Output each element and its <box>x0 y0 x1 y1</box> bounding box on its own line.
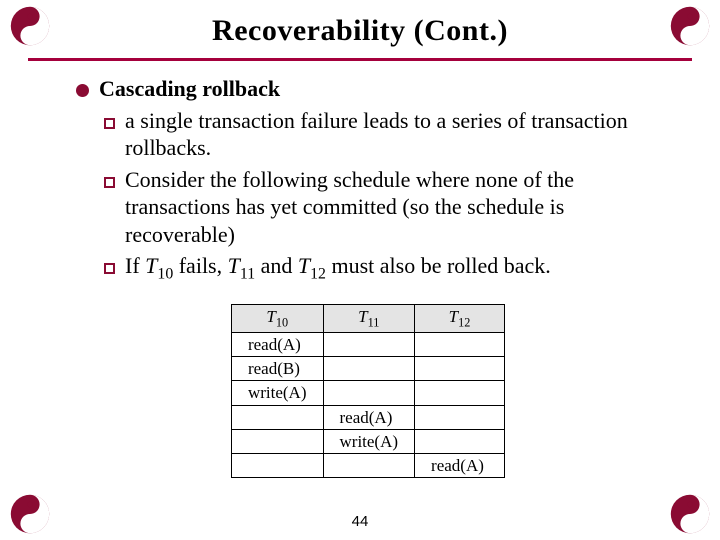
subscript: 11 <box>240 265 255 282</box>
cell: read(A) <box>415 454 505 478</box>
col-t12: T12 <box>415 305 505 333</box>
var-t: T <box>228 253 240 278</box>
cell <box>323 454 415 478</box>
cell <box>231 454 323 478</box>
cell: write(A) <box>323 429 415 453</box>
schedule-table: T10 T11 T12 read(A) read(B) write(A) rea… <box>231 304 505 478</box>
cell: write(A) <box>231 381 323 405</box>
table-row: write(A) <box>231 381 504 405</box>
cell <box>415 429 505 453</box>
table-row: read(A) <box>231 332 504 356</box>
cell <box>415 357 505 381</box>
bullet-heading: Cascading rollback <box>99 76 280 101</box>
cell <box>415 332 505 356</box>
cell <box>231 429 323 453</box>
cell <box>415 405 505 429</box>
title-divider <box>28 58 692 61</box>
square-bullet-icon <box>104 263 115 274</box>
text-fragment: must also be rolled back. <box>326 253 551 278</box>
subscript: 10 <box>157 265 173 282</box>
cell: read(B) <box>231 357 323 381</box>
subpoint-2: Consider the following schedule where no… <box>104 166 660 249</box>
text-fragment: fails, <box>173 253 227 278</box>
cell <box>323 332 415 356</box>
var-t: T <box>145 253 157 278</box>
text-fragment: If <box>125 253 145 278</box>
cell: read(A) <box>231 332 323 356</box>
cell <box>231 405 323 429</box>
subpoint-3: If T10 fails, T11 and T12 must also be r… <box>104 252 660 284</box>
table-header-row: T10 T11 T12 <box>231 305 504 333</box>
subpoint-text: If T10 fails, T11 and T12 must also be r… <box>125 252 551 284</box>
cell <box>323 357 415 381</box>
slide: Recoverability (Cont.) Cascading rollbac… <box>0 0 720 540</box>
yin-yang-icon <box>10 6 50 46</box>
subscript: 12 <box>310 265 326 282</box>
cell <box>323 381 415 405</box>
square-bullet-icon <box>104 118 115 129</box>
table-row: read(B) <box>231 357 504 381</box>
subpoint-text: a single transaction failure leads to a … <box>125 107 660 162</box>
slide-title: Recoverability (Cont.) <box>0 0 720 48</box>
subpoint-1: a single transaction failure leads to a … <box>104 107 660 162</box>
bullet-cascading-rollback: Cascading rollback <box>76 75 660 103</box>
table-row: write(A) <box>231 429 504 453</box>
page-number: 44 <box>0 513 720 530</box>
cell: read(A) <box>323 405 415 429</box>
cell <box>415 381 505 405</box>
text-fragment: and <box>255 253 298 278</box>
var-t: T <box>298 253 310 278</box>
schedule-table-wrap: T10 T11 T12 read(A) read(B) write(A) rea… <box>76 304 660 478</box>
yin-yang-icon <box>670 6 710 46</box>
disc-bullet-icon <box>76 84 89 97</box>
col-t11: T11 <box>323 305 415 333</box>
square-bullet-icon <box>104 177 115 188</box>
col-t10: T10 <box>231 305 323 333</box>
subpoint-text: Consider the following schedule where no… <box>125 166 660 249</box>
table-row: read(A) <box>231 405 504 429</box>
slide-body: Cascading rollback a single transaction … <box>0 75 720 478</box>
table-row: read(A) <box>231 454 504 478</box>
